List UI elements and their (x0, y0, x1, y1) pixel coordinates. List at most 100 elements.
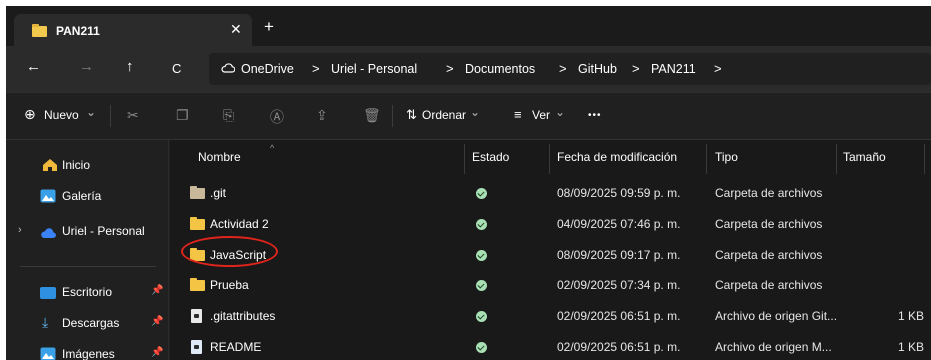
sidebar-item-label: Descargas (62, 316, 120, 330)
table-row[interactable]: Prueba 02/09/2025 07:34 p. m. Carpeta de… (170, 270, 931, 300)
sync-status-icon (476, 311, 487, 322)
close-tab-icon[interactable]: ✕ (230, 21, 242, 38)
cut-icon[interactable]: ✂ (127, 107, 139, 124)
sidebar-item-label: Imágenes (62, 347, 115, 360)
sync-status-icon (476, 188, 487, 199)
table-row[interactable]: .gitattributes 02/09/2025 06:51 p. m. Ar… (170, 301, 931, 331)
file-modified: 02/09/2025 07:34 p. m. (557, 278, 681, 292)
file-name: Prueba (210, 278, 249, 292)
breadcrumb-pan211[interactable]: PAN211 (651, 62, 696, 76)
title-bar: PAN211 ✕ + (6, 6, 931, 46)
file-type: Archivo de origen M... (715, 340, 832, 354)
share-icon[interactable]: ⇪ (316, 107, 328, 124)
sidebar-item-descargas[interactable]: ⤓ Descargas 📌 (6, 308, 169, 338)
file-name: .git (210, 186, 227, 200)
column-divider (924, 144, 925, 174)
sort-button[interactable]: Ordenar (422, 108, 466, 122)
file-modified: 08/09/2025 09:17 p. m. (557, 248, 681, 262)
pin-icon[interactable]: 📌 (151, 285, 163, 296)
breadcrumb-uriel-personal[interactable]: Uriel - Personal (331, 62, 417, 76)
column-divider (549, 144, 550, 174)
file-type: Carpeta de archivos (715, 217, 823, 231)
new-button[interactable]: Nuevo (44, 108, 79, 122)
rename-icon[interactable]: Ⓐ (270, 107, 284, 127)
plus-circle-icon: ⊕ (24, 106, 36, 122)
toolbar-divider (110, 105, 111, 127)
view-icon: ≡ (514, 107, 522, 122)
pin-icon[interactable]: 📌 (151, 347, 163, 358)
sidebar-item-inicio[interactable]: Inicio (6, 150, 169, 180)
delete-icon[interactable]: 🗑 (363, 107, 381, 124)
sync-status-icon (476, 342, 487, 353)
navigation-pane: Inicio Galería › Uriel - Personal Escrit… (6, 140, 169, 360)
forward-arrow-icon[interactable]: → (79, 59, 94, 75)
breadcrumb-onedrive[interactable]: OneDrive (241, 62, 294, 76)
column-header-status[interactable]: Estado (472, 150, 509, 164)
breadcrumb-documentos[interactable]: Documentos (465, 62, 535, 76)
gallery-icon (40, 189, 56, 203)
onedrive-cloud-icon (41, 228, 56, 239)
file-modified: 02/09/2025 06:51 p. m. (557, 340, 681, 354)
breadcrumb-separator: > (632, 61, 640, 76)
breadcrumb-github[interactable]: GitHub (578, 62, 617, 76)
address-row: ← → ↑ C OneDrive > Uriel - Personal > Do… (6, 46, 931, 92)
up-arrow-icon[interactable]: ↑ (126, 59, 134, 75)
file-size: 1 KB (898, 340, 925, 354)
tab-title: PAN211 (56, 24, 100, 38)
file-modified: 08/09/2025 09:59 p. m. (557, 186, 681, 200)
sidebar-item-uriel-personal[interactable]: › Uriel - Personal (6, 216, 169, 246)
paste-icon[interactable]: ⎘ (223, 107, 234, 124)
folder-icon (190, 278, 205, 291)
copy-icon[interactable]: ❐ (176, 107, 189, 124)
view-button[interactable]: Ver (532, 108, 550, 122)
more-options-icon[interactable]: ••• (588, 110, 602, 121)
file-name: Actividad 2 (210, 217, 269, 231)
sidebar-item-imagenes[interactable]: Imágenes 📌 (6, 339, 169, 360)
pin-icon[interactable]: 📌 (151, 316, 163, 327)
chevron-down-icon: ⌄ (86, 105, 97, 119)
file-modified: 02/09/2025 06:51 p. m. (557, 309, 681, 323)
download-icon: ⤓ (42, 314, 49, 330)
home-icon (43, 159, 57, 171)
sidebar-item-escritorio[interactable]: Escritorio 📌 (6, 277, 169, 307)
refresh-icon[interactable]: C (172, 61, 181, 77)
file-modified: 04/09/2025 07:46 p. m. (557, 217, 681, 231)
breadcrumb-separator: > (312, 61, 320, 76)
column-header-type[interactable]: Tipo (715, 150, 738, 164)
breadcrumb-separator[interactable]: > (714, 61, 722, 76)
toolbar-divider (392, 105, 393, 127)
file-type: Carpeta de archivos (715, 248, 823, 262)
table-row[interactable]: README 02/09/2025 06:51 p. m. Archivo de… (170, 332, 931, 360)
folder-icon (32, 24, 47, 37)
column-header-name[interactable]: Nombre (198, 150, 241, 164)
file-type: Carpeta de archivos (715, 278, 823, 292)
sidebar-item-galeria[interactable]: Galería (6, 181, 169, 211)
sidebar-item-label: Inicio (62, 158, 91, 172)
chevron-down-icon: ⌄ (555, 105, 566, 119)
sync-status-icon (476, 250, 487, 261)
tab-pan211[interactable]: PAN211 ✕ (14, 14, 252, 46)
chevron-down-icon: ⌄ (470, 105, 481, 119)
file-type: Carpeta de archivos (715, 186, 823, 200)
column-header-size[interactable]: Tamaño (843, 150, 886, 164)
chevron-right-icon[interactable]: › (18, 224, 22, 236)
file-list: ^ Nombre Estado Fecha de modificación Ti… (170, 140, 931, 360)
back-arrow-icon[interactable]: ← (26, 59, 41, 75)
sidebar-divider (20, 266, 156, 267)
sidebar-item-label: Uriel - Personal (62, 224, 145, 238)
markdown-file-icon (191, 340, 202, 354)
column-header-modified[interactable]: Fecha de modificación (557, 150, 677, 164)
column-divider (464, 144, 465, 174)
file-name: .gitattributes (210, 309, 276, 323)
new-tab-button[interactable]: + (264, 18, 274, 35)
address-bar[interactable]: OneDrive > Uriel - Personal > Documentos… (209, 53, 931, 85)
table-row[interactable]: Actividad 2 04/09/2025 07:46 p. m. Carpe… (170, 209, 931, 239)
folder-icon (190, 217, 205, 230)
file-size: 1 KB (898, 309, 925, 323)
sort-icon: ⇅ (406, 107, 417, 122)
cloud-icon (221, 63, 235, 73)
table-row[interactable]: JavaScript 08/09/2025 09:17 p. m. Carpet… (170, 240, 931, 270)
sidebar-item-label: Galería (62, 189, 102, 203)
sync-status-icon (476, 280, 487, 291)
table-row[interactable]: .git 08/09/2025 09:59 p. m. Carpeta de a… (170, 178, 931, 208)
